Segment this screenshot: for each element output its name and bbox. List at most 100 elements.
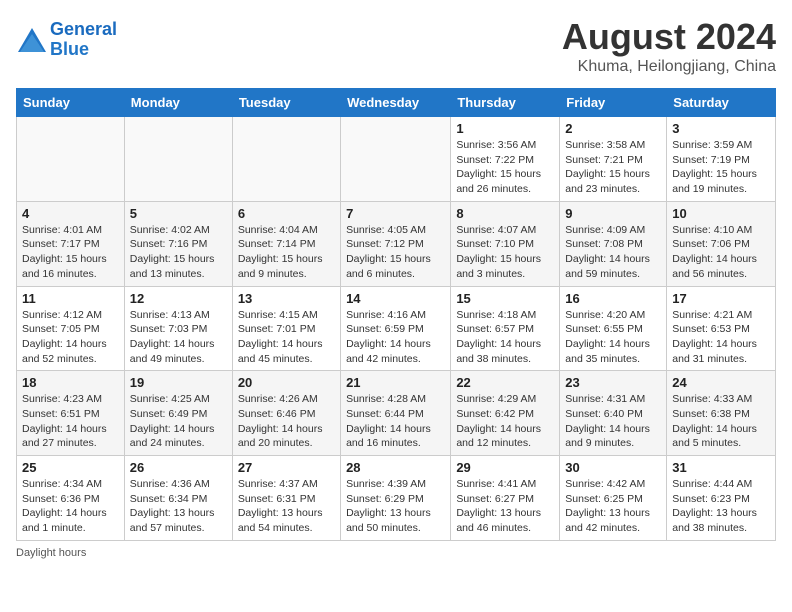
day-cell: 28Sunrise: 4:39 AM Sunset: 6:29 PM Dayli… bbox=[341, 456, 451, 541]
col-header-tuesday: Tuesday bbox=[232, 89, 340, 117]
header: General Blue August 2024 Khuma, Heilongj… bbox=[16, 16, 776, 76]
day-number: 24 bbox=[672, 375, 770, 390]
footer-note: Daylight hours bbox=[16, 547, 776, 559]
day-info: Sunrise: 4:02 AM Sunset: 7:16 PM Dayligh… bbox=[130, 223, 227, 282]
day-info: Sunrise: 4:18 AM Sunset: 6:57 PM Dayligh… bbox=[456, 308, 554, 367]
daylight-label: Daylight hours bbox=[16, 547, 86, 559]
day-number: 12 bbox=[130, 291, 227, 306]
day-number: 26 bbox=[130, 460, 227, 475]
logo-blue: Blue bbox=[50, 39, 89, 59]
day-cell: 22Sunrise: 4:29 AM Sunset: 6:42 PM Dayli… bbox=[451, 371, 560, 456]
day-cell: 19 Sunrise: 4:25 AM Sunset: 6:49 PM Dayli… bbox=[124, 371, 232, 456]
day-number: 21 bbox=[346, 375, 445, 390]
day-info: Sunrise: 4:21 AM Sunset: 6:53 PM Dayligh… bbox=[672, 308, 770, 367]
day-cell: 4Sunrise: 4:01 AM Sunset: 7:17 PM Daylig… bbox=[17, 201, 125, 286]
day-number: 22 bbox=[456, 375, 554, 390]
day-cell: 5 Sunrise: 4:02 AM Sunset: 7:16 PM Daylig… bbox=[124, 201, 232, 286]
logo-general: General bbox=[50, 19, 117, 39]
day-info: Sunrise: 4:16 AM Sunset: 6:59 PM Dayligh… bbox=[346, 308, 445, 367]
day-cell bbox=[124, 117, 232, 202]
day-cell bbox=[232, 117, 340, 202]
day-info: Sunrise: 4:34 AM Sunset: 6:36 PM Dayligh… bbox=[22, 477, 119, 536]
day-info: Sunrise: 4:04 AM Sunset: 7:14 PM Dayligh… bbox=[238, 223, 335, 282]
day-cell: 17Sunrise: 4:21 AM Sunset: 6:53 PM Dayli… bbox=[667, 286, 776, 371]
day-cell: 27 Sunrise: 4:37 AM Sunset: 6:31 PM Dayli… bbox=[232, 456, 340, 541]
day-cell: 21 Sunrise: 4:28 AM Sunset: 6:44 PM Dayli… bbox=[341, 371, 451, 456]
day-number: 30 bbox=[565, 460, 661, 475]
day-info: Sunrise: 4:36 AM Sunset: 6:34 PM Dayligh… bbox=[130, 477, 227, 536]
day-info: Sunrise: 4:05 AM Sunset: 7:12 PM Dayligh… bbox=[346, 223, 445, 282]
day-number: 4 bbox=[22, 206, 119, 221]
day-cell: 16Sunrise: 4:20 AM Sunset: 6:55 PM Dayli… bbox=[560, 286, 667, 371]
day-number: 10 bbox=[672, 206, 770, 221]
day-info: Sunrise: 4:23 AM Sunset: 6:51 PM Dayligh… bbox=[22, 392, 119, 451]
logo: General Blue bbox=[16, 20, 117, 60]
day-number: 31 bbox=[672, 460, 770, 475]
day-number: 25 bbox=[22, 460, 119, 475]
week-row-2: 4Sunrise: 4:01 AM Sunset: 7:17 PM Daylig… bbox=[17, 201, 776, 286]
day-info: Sunrise: 4:26 AM Sunset: 6:46 PM Dayligh… bbox=[238, 392, 335, 451]
logo-icon bbox=[16, 26, 48, 54]
day-info: Sunrise: 4:44 AM Sunset: 6:23 PM Dayligh… bbox=[672, 477, 770, 536]
header-row: SundayMondayTuesdayWednesdayThursdayFrid… bbox=[17, 89, 776, 117]
day-cell: 15 Sunrise: 4:18 AM Sunset: 6:57 PM Dayli… bbox=[451, 286, 560, 371]
day-number: 27 bbox=[238, 460, 335, 475]
day-cell: 10Sunrise: 4:10 AM Sunset: 7:06 PM Dayli… bbox=[667, 201, 776, 286]
col-header-sunday: Sunday bbox=[17, 89, 125, 117]
day-info: Sunrise: 3:56 AM Sunset: 7:22 PM Dayligh… bbox=[456, 138, 554, 197]
day-info: Sunrise: 4:28 AM Sunset: 6:44 PM Dayligh… bbox=[346, 392, 445, 451]
day-number: 23 bbox=[565, 375, 661, 390]
day-number: 7 bbox=[346, 206, 445, 221]
day-cell: 3 Sunrise: 3:59 AM Sunset: 7:19 PM Daylig… bbox=[667, 117, 776, 202]
day-number: 1 bbox=[456, 121, 554, 136]
day-number: 19 bbox=[130, 375, 227, 390]
day-number: 5 bbox=[130, 206, 227, 221]
day-cell: 6 Sunrise: 4:04 AM Sunset: 7:14 PM Daylig… bbox=[232, 201, 340, 286]
title-area: August 2024 Khuma, Heilongjiang, China bbox=[562, 16, 776, 76]
day-info: Sunrise: 4:39 AM Sunset: 6:29 PM Dayligh… bbox=[346, 477, 445, 536]
day-cell: 12 Sunrise: 4:13 AM Sunset: 7:03 PM Dayli… bbox=[124, 286, 232, 371]
day-cell: 30 Sunrise: 4:42 AM Sunset: 6:25 PM Dayli… bbox=[560, 456, 667, 541]
day-number: 14 bbox=[346, 291, 445, 306]
day-cell: 7 Sunrise: 4:05 AM Sunset: 7:12 PM Daylig… bbox=[341, 201, 451, 286]
day-info: Sunrise: 4:41 AM Sunset: 6:27 PM Dayligh… bbox=[456, 477, 554, 536]
day-info: Sunrise: 4:12 AM Sunset: 7:05 PM Dayligh… bbox=[22, 308, 119, 367]
day-cell: 2Sunrise: 3:58 AM Sunset: 7:21 PM Daylig… bbox=[560, 117, 667, 202]
day-number: 9 bbox=[565, 206, 661, 221]
week-row-3: 11 Sunrise: 4:12 AM Sunset: 7:05 PM Dayli… bbox=[17, 286, 776, 371]
day-cell: 8Sunrise: 4:07 AM Sunset: 7:10 PM Daylig… bbox=[451, 201, 560, 286]
day-info: Sunrise: 4:09 AM Sunset: 7:08 PM Dayligh… bbox=[565, 223, 661, 282]
day-number: 20 bbox=[238, 375, 335, 390]
col-header-friday: Friday bbox=[560, 89, 667, 117]
day-number: 18 bbox=[22, 375, 119, 390]
col-header-monday: Monday bbox=[124, 89, 232, 117]
month-title: August 2024 bbox=[562, 16, 776, 58]
day-cell: 26 Sunrise: 4:36 AM Sunset: 6:34 PM Dayli… bbox=[124, 456, 232, 541]
day-info: Sunrise: 4:25 AM Sunset: 6:49 PM Dayligh… bbox=[130, 392, 227, 451]
location-title: Khuma, Heilongjiang, China bbox=[562, 58, 776, 76]
day-cell: 20 Sunrise: 4:26 AM Sunset: 6:46 PM Dayli… bbox=[232, 371, 340, 456]
day-cell bbox=[17, 117, 125, 202]
day-info: Sunrise: 4:15 AM Sunset: 7:01 PM Dayligh… bbox=[238, 308, 335, 367]
day-info: Sunrise: 4:37 AM Sunset: 6:31 PM Dayligh… bbox=[238, 477, 335, 536]
day-cell: 24Sunrise: 4:33 AM Sunset: 6:38 PM Dayli… bbox=[667, 371, 776, 456]
day-number: 16 bbox=[565, 291, 661, 306]
day-number: 6 bbox=[238, 206, 335, 221]
day-cell: 1 Sunrise: 3:56 AM Sunset: 7:22 PM Daylig… bbox=[451, 117, 560, 202]
day-number: 29 bbox=[456, 460, 554, 475]
calendar-table: SundayMondayTuesdayWednesdayThursdayFrid… bbox=[16, 88, 776, 541]
week-row-5: 25 Sunrise: 4:34 AM Sunset: 6:36 PM Dayli… bbox=[17, 456, 776, 541]
day-cell: 23 Sunrise: 4:31 AM Sunset: 6:40 PM Dayli… bbox=[560, 371, 667, 456]
day-number: 3 bbox=[672, 121, 770, 136]
day-number: 15 bbox=[456, 291, 554, 306]
day-cell: 14 Sunrise: 4:16 AM Sunset: 6:59 PM Dayli… bbox=[341, 286, 451, 371]
day-info: Sunrise: 4:13 AM Sunset: 7:03 PM Dayligh… bbox=[130, 308, 227, 367]
day-info: Sunrise: 3:59 AM Sunset: 7:19 PM Dayligh… bbox=[672, 138, 770, 197]
day-number: 2 bbox=[565, 121, 661, 136]
day-cell: 13 Sunrise: 4:15 AM Sunset: 7:01 PM Dayli… bbox=[232, 286, 340, 371]
day-number: 13 bbox=[238, 291, 335, 306]
day-info: Sunrise: 4:42 AM Sunset: 6:25 PM Dayligh… bbox=[565, 477, 661, 536]
day-number: 11 bbox=[22, 291, 119, 306]
day-info: Sunrise: 4:31 AM Sunset: 6:40 PM Dayligh… bbox=[565, 392, 661, 451]
col-header-wednesday: Wednesday bbox=[341, 89, 451, 117]
